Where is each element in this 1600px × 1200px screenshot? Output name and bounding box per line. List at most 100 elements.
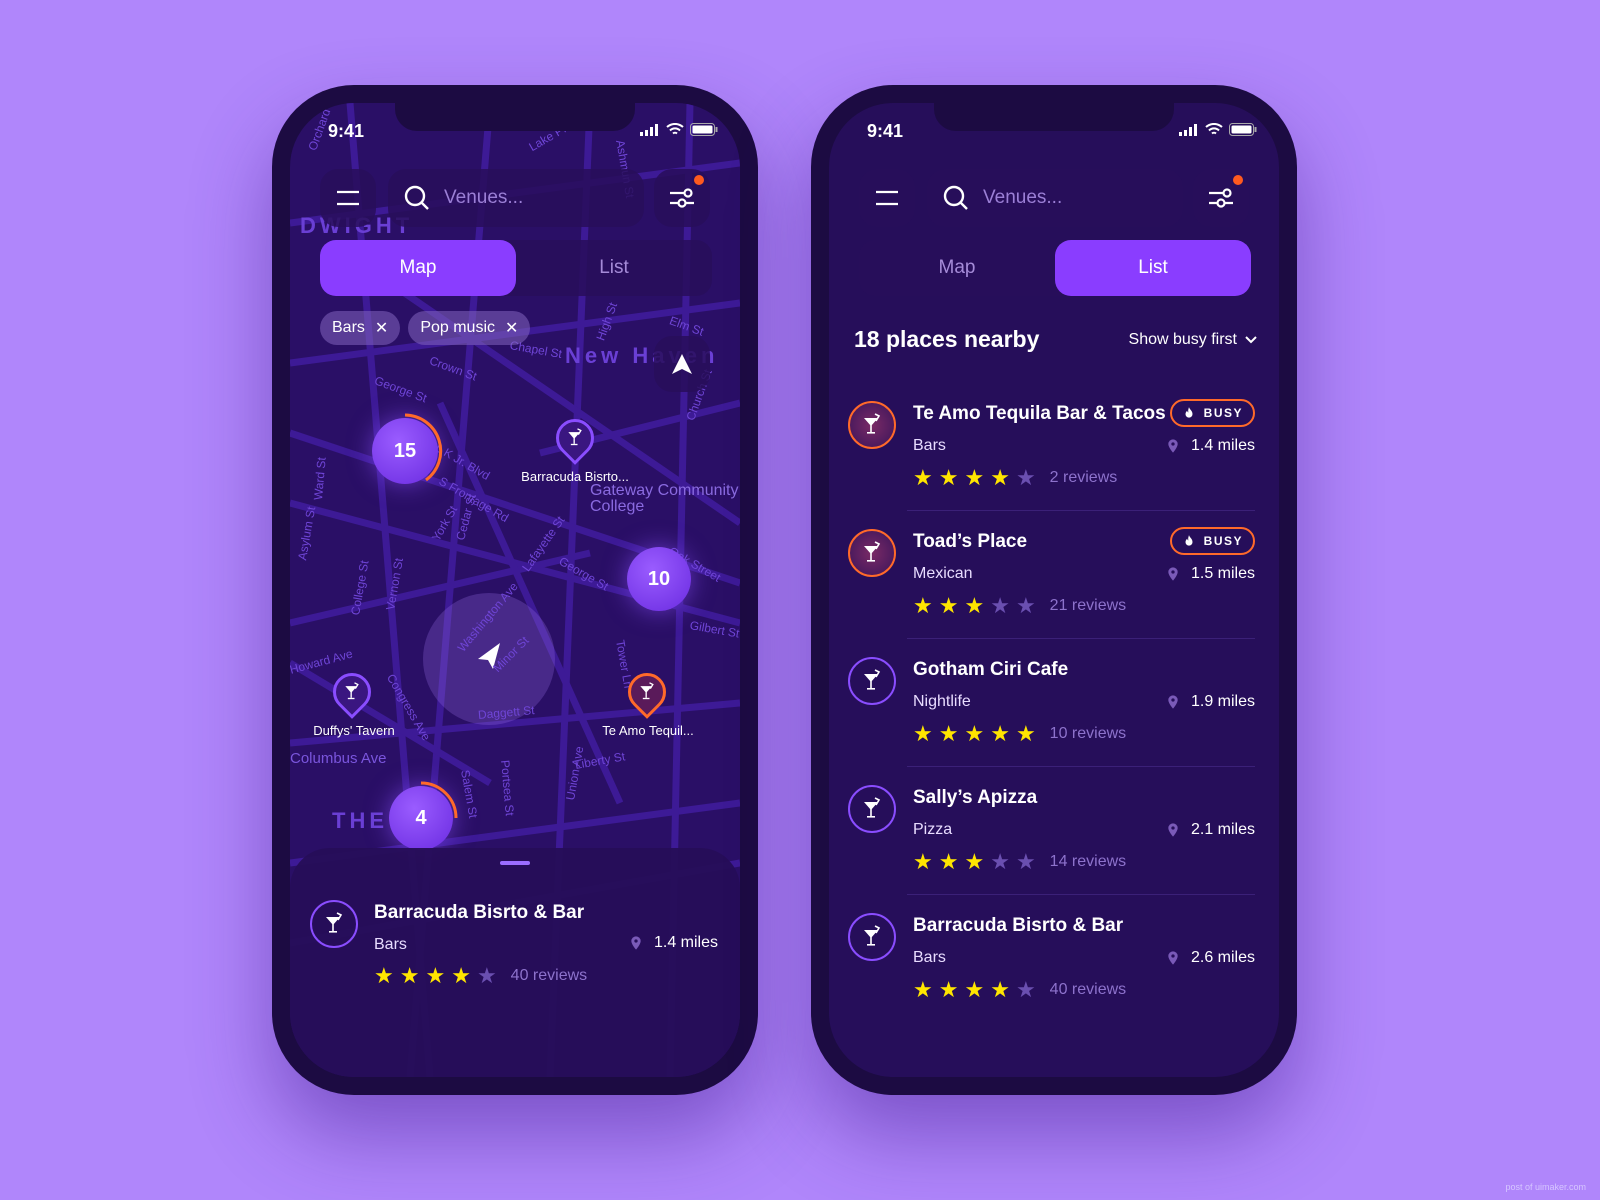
venue-icon xyxy=(310,900,358,948)
distance-text: 2.1 miles xyxy=(1190,821,1255,838)
location-pin-icon xyxy=(1165,565,1181,583)
search-input[interactable] xyxy=(983,187,1163,209)
map-screen: Orchard StLake PlAshmun StElm StChapel S… xyxy=(290,103,740,1077)
venue-category: Bars xyxy=(913,949,946,966)
venue-category: Nightlife xyxy=(913,693,971,710)
review-count: 2 reviews xyxy=(1049,469,1118,486)
venue-category: Pizza xyxy=(913,821,953,838)
review-count: 10 reviews xyxy=(1049,725,1127,742)
sort-label: Show busy first xyxy=(1128,331,1237,348)
street-label: Gateway Community College xyxy=(590,482,739,515)
view-toggle: Map List xyxy=(859,240,1251,296)
busy-label: BUSY xyxy=(1203,534,1243,548)
search-bar[interactable] xyxy=(927,169,1183,227)
star-empty-icon: ★ xyxy=(476,963,497,988)
cocktail-icon xyxy=(342,682,362,702)
venue-name: Barracuda Bisrto & Bar xyxy=(374,902,585,923)
phone-list: 9:41 Map List 18 places nearby Show busy… xyxy=(811,85,1297,1095)
venue-icon xyxy=(848,401,896,449)
cocktail-icon xyxy=(860,797,884,821)
menu-button[interactable] xyxy=(859,169,915,227)
street-label: Cedar St xyxy=(453,492,480,542)
menu-icon xyxy=(337,190,359,206)
star-filled-icon: ★ xyxy=(938,465,959,490)
venue-list-item[interactable]: Barracuda Bisrto & Bar Bars 2.6 miles ★ ★… xyxy=(829,895,1279,1023)
busy-arc xyxy=(420,781,458,819)
location-pin-icon xyxy=(1165,693,1181,711)
star-filled-icon: ★ xyxy=(399,963,420,988)
filter-button[interactable] xyxy=(1193,169,1249,227)
tab-map[interactable]: Map xyxy=(320,240,516,296)
street-label: Columbus Ave xyxy=(290,750,387,767)
street-label: Vernon St xyxy=(383,556,407,612)
pin-label: Te Amo Tequil... xyxy=(602,723,694,738)
distance-text: 2.6 miles xyxy=(1190,949,1255,966)
venue-list-item[interactable]: Te Amo Tequila Bar & Tacos Bars 1.4 mile… xyxy=(829,383,1279,511)
venue-icon xyxy=(848,529,896,577)
star-filled-icon: ★ xyxy=(374,963,394,988)
close-icon[interactable]: ✕ xyxy=(505,318,518,338)
filter-button[interactable] xyxy=(654,169,710,227)
star-empty-icon: ★ xyxy=(1015,465,1036,490)
cocktail-icon xyxy=(860,669,884,693)
map-pin-duffys[interactable] xyxy=(325,665,379,719)
location-pin-icon xyxy=(1165,821,1181,839)
tab-list[interactable]: List xyxy=(516,240,712,296)
venue-rating: ★ ★ ★ ★ ★ 40 reviews xyxy=(913,977,1126,1003)
wifi-icon xyxy=(1205,123,1223,135)
flame-icon xyxy=(1182,405,1196,421)
star-empty-icon: ★ xyxy=(1015,593,1036,618)
venue-rating: ★ ★ ★ ★ ★ 2 reviews xyxy=(913,465,1117,491)
map-cluster[interactable]: 10 xyxy=(627,547,691,611)
review-count: 21 reviews xyxy=(1049,597,1127,614)
compass-button[interactable] xyxy=(654,336,710,392)
map-pin-barracuda[interactable] xyxy=(548,411,602,465)
venue-name: Gotham Ciri Cafe xyxy=(913,659,1069,680)
filter-chip-pop-music[interactable]: Pop music ✕ xyxy=(408,311,531,345)
tab-list[interactable]: List xyxy=(1055,240,1251,296)
busy-badge: BUSY xyxy=(1169,399,1255,427)
map-pin-te-amo[interactable] xyxy=(620,665,674,719)
venue-list-item[interactable]: Toad’s Place Mexican 1.5 miles ★ ★ ★ ★ ★ 21 r… xyxy=(829,511,1279,639)
venue-rating: ★ ★ ★ ★ ★ 40 reviews xyxy=(374,963,587,989)
notch xyxy=(934,103,1174,131)
navigation-arrow-icon xyxy=(672,354,692,374)
street-label: Minor St xyxy=(490,633,532,675)
venue-rating: ★ ★ ★ ★ ★ 21 reviews xyxy=(913,593,1126,619)
close-icon[interactable]: ✕ xyxy=(375,318,388,338)
street-label: Elm St xyxy=(667,313,706,339)
flame-icon xyxy=(1182,533,1196,549)
star-filled-icon: ★ xyxy=(938,977,959,1002)
venue-list-item[interactable]: Gotham Ciri Cafe Nightlife 1.9 miles ★ ★ ★… xyxy=(829,639,1279,767)
location-pin-icon xyxy=(628,934,644,952)
venue-distance: 2.6 miles xyxy=(1165,949,1255,967)
venue-name: Sally’s Apizza xyxy=(913,787,1038,808)
chevron-down-icon xyxy=(1245,336,1257,344)
street-label: Daggett St xyxy=(477,703,536,722)
pin-label: Duffys' Tavern xyxy=(313,723,395,738)
search-input[interactable] xyxy=(444,187,624,209)
sort-dropdown[interactable]: Show busy first xyxy=(1129,331,1257,349)
location-pin-icon xyxy=(1165,949,1181,967)
menu-button[interactable] xyxy=(320,169,376,227)
battery-icon xyxy=(1229,123,1257,136)
star-filled-icon: ★ xyxy=(964,977,985,1002)
view-toggle: Map List xyxy=(320,240,712,296)
chip-label: Bars xyxy=(332,319,365,336)
star-filled-icon: ★ xyxy=(425,963,446,988)
menu-icon xyxy=(876,190,898,206)
filter-chip-bars[interactable]: Bars ✕ xyxy=(320,311,401,345)
search-icon xyxy=(404,185,429,210)
status-time: 9:41 xyxy=(328,121,365,141)
status-icons xyxy=(1179,123,1257,136)
tab-map[interactable]: Map xyxy=(859,240,1055,296)
pin-label: Barracuda Bisrto... xyxy=(521,469,629,484)
filter-notification-dot xyxy=(1233,175,1243,185)
results-count: 18 places nearby xyxy=(854,326,1040,352)
venue-list-item[interactable]: Sally’s Apizza Pizza 2.1 miles ★ ★ ★ ★ ★ 14 r… xyxy=(829,767,1279,895)
star-filled-icon: ★ xyxy=(990,977,1010,1002)
venue-bottom-sheet[interactable]: Barracuda Bisrto & Bar Bars 1.4 miles ★ ★… xyxy=(290,848,740,1077)
search-bar[interactable] xyxy=(388,169,644,227)
sheet-handle[interactable] xyxy=(500,861,530,865)
busy-label: BUSY xyxy=(1203,406,1243,420)
